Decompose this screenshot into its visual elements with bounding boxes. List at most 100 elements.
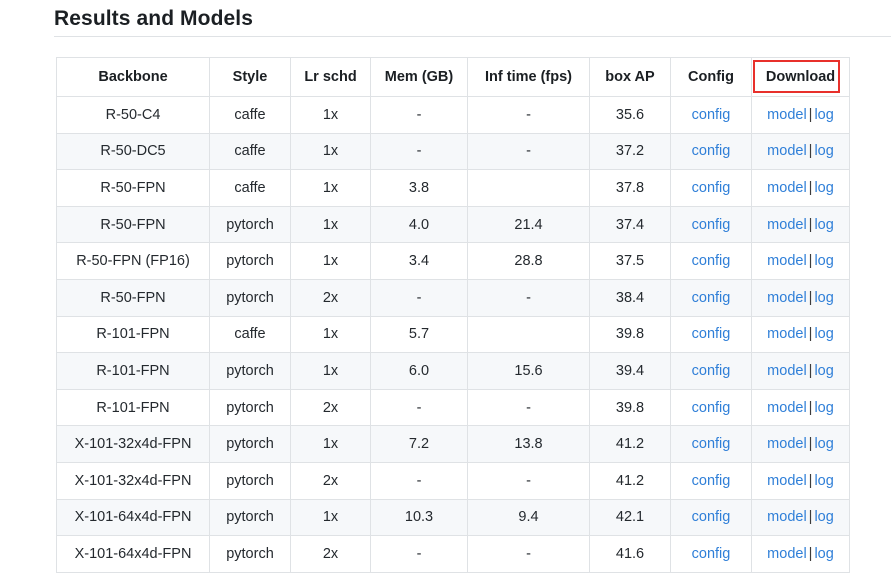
cell-lr-schd: 1x bbox=[290, 315, 371, 354]
model-download-link[interactable]: model bbox=[767, 509, 807, 525]
column-header-style[interactable]: Style bbox=[209, 57, 291, 97]
cell-style: pytorch bbox=[209, 461, 291, 500]
cell-lr-schd: 1x bbox=[290, 132, 371, 171]
log-download-link[interactable]: log bbox=[814, 400, 833, 416]
cell-inf-time-fps: - bbox=[467, 535, 590, 573]
column-header-box-ap[interactable]: box AP bbox=[589, 57, 671, 97]
log-download-link[interactable]: log bbox=[814, 107, 833, 123]
cell-backbone: R-50-FPN (FP16) bbox=[56, 242, 210, 280]
log-download-link[interactable]: log bbox=[814, 546, 833, 562]
config-link[interactable]: config bbox=[692, 253, 731, 269]
cell-mem-gb: 4.0 bbox=[370, 205, 468, 244]
config-link[interactable]: config bbox=[692, 217, 731, 233]
config-link[interactable]: config bbox=[692, 509, 731, 525]
cell-inf-time-fps bbox=[467, 315, 590, 354]
cell-lr-schd: 1x bbox=[290, 96, 371, 134]
config-link[interactable]: config bbox=[692, 436, 731, 452]
table-body: R-50-C4 caffe 1x - -35.6 config model | log R-50-… bbox=[56, 96, 850, 573]
cell-mem-gb: - bbox=[370, 388, 468, 427]
table-row: R-50-FPN pytorch 1x 4.0 21.4 37.4 config model |… bbox=[56, 205, 850, 244]
model-download-link[interactable]: model bbox=[767, 473, 807, 489]
log-download-link[interactable]: log bbox=[814, 180, 833, 196]
cell-mem-gb: - bbox=[370, 132, 468, 171]
table-row: X-101-64x4d-FPN pytorch 1x 10.3 9.4 42.1 confi… bbox=[56, 498, 850, 537]
model-download-link[interactable]: model bbox=[767, 546, 807, 562]
cell-box-ap: 37.8 bbox=[589, 169, 671, 207]
cell-box-ap: 41.2 bbox=[589, 461, 671, 500]
cell-inf-time-fps: - bbox=[467, 278, 590, 317]
column-header-backbone[interactable]: Backbone bbox=[56, 57, 210, 97]
config-link[interactable]: config bbox=[692, 400, 731, 416]
cell-config: config bbox=[670, 278, 752, 317]
model-download-link[interactable]: model bbox=[767, 217, 807, 233]
column-header-config[interactable]: Config bbox=[670, 57, 752, 97]
cell-box-ap: 38.4 bbox=[589, 278, 671, 317]
cell-backbone: X-101-32x4d-FPN bbox=[56, 461, 210, 500]
cell-config: config bbox=[670, 388, 752, 427]
title-divider bbox=[54, 36, 891, 37]
config-link[interactable]: config bbox=[692, 107, 731, 123]
model-download-link[interactable]: model bbox=[767, 436, 807, 452]
config-link[interactable]: config bbox=[692, 180, 731, 196]
cell-lr-schd: 2x bbox=[290, 461, 371, 500]
model-download-link[interactable]: model bbox=[767, 107, 807, 123]
cell-inf-time-fps: 21.4 bbox=[467, 205, 590, 244]
cell-download: model | log bbox=[751, 461, 850, 500]
cell-box-ap: 41.6 bbox=[589, 535, 671, 573]
table-row: R-50-FPN pytorch 2x - -38.4 config model | log bbox=[56, 278, 850, 317]
cell-box-ap: 39.8 bbox=[589, 315, 671, 354]
cell-box-ap: 35.6 bbox=[589, 96, 671, 134]
log-download-link[interactable]: log bbox=[814, 473, 833, 489]
cell-config: config bbox=[670, 132, 752, 171]
cell-inf-time-fps: 9.4 bbox=[467, 498, 590, 537]
cell-download: model | log bbox=[751, 315, 850, 354]
log-download-link[interactable]: log bbox=[814, 217, 833, 233]
cell-style: caffe bbox=[209, 169, 291, 207]
cell-style: caffe bbox=[209, 96, 291, 134]
cell-backbone: R-50-DC5 bbox=[56, 132, 210, 171]
log-download-link[interactable]: log bbox=[814, 143, 833, 159]
log-download-link[interactable]: log bbox=[814, 436, 833, 452]
column-header-mem-gb[interactable]: Mem (GB) bbox=[370, 57, 468, 97]
config-link[interactable]: config bbox=[692, 473, 731, 489]
cell-mem-gb: - bbox=[370, 461, 468, 500]
table-row: X-101-32x4d-FPN pytorch 2x - -41.2 config mode… bbox=[56, 461, 850, 500]
model-download-link[interactable]: model bbox=[767, 363, 807, 379]
log-download-link[interactable]: log bbox=[814, 326, 833, 342]
model-download-link[interactable]: model bbox=[767, 400, 807, 416]
model-download-link[interactable]: model bbox=[767, 290, 807, 306]
config-link[interactable]: config bbox=[692, 143, 731, 159]
cell-backbone: R-101-FPN bbox=[56, 388, 210, 427]
cell-inf-time-fps: 28.8 bbox=[467, 242, 590, 280]
column-header-lr-schd[interactable]: Lr schd bbox=[290, 57, 371, 97]
model-download-link[interactable]: model bbox=[767, 180, 807, 196]
log-download-link[interactable]: log bbox=[814, 509, 833, 525]
model-download-link[interactable]: model bbox=[767, 143, 807, 159]
config-link[interactable]: config bbox=[692, 326, 731, 342]
config-link[interactable]: config bbox=[692, 546, 731, 562]
cell-style: caffe bbox=[209, 315, 291, 354]
log-download-link[interactable]: log bbox=[814, 290, 833, 306]
cell-box-ap: 39.4 bbox=[589, 352, 671, 390]
column-header-download[interactable]: Download bbox=[751, 57, 850, 97]
log-download-link[interactable]: log bbox=[814, 253, 833, 269]
cell-config: config bbox=[670, 352, 752, 390]
cell-config: config bbox=[670, 315, 752, 354]
column-header-inf-time-fps[interactable]: Inf time (fps) bbox=[467, 57, 590, 97]
config-link[interactable]: config bbox=[692, 290, 731, 306]
cell-box-ap: 39.8 bbox=[589, 388, 671, 427]
model-download-link[interactable]: model bbox=[767, 253, 807, 269]
page-title: Results and Models bbox=[54, 7, 254, 30]
cell-backbone: X-101-64x4d-FPN bbox=[56, 498, 210, 537]
cell-style: pytorch bbox=[209, 388, 291, 427]
cell-style: caffe bbox=[209, 132, 291, 171]
results-and-models-table: Backbone Style Lr schd Mem (GB) Inf time… bbox=[56, 57, 850, 573]
cell-inf-time-fps: 13.8 bbox=[467, 425, 590, 463]
cell-backbone: X-101-32x4d-FPN bbox=[56, 425, 210, 463]
cell-download: model | log bbox=[751, 169, 850, 207]
config-link[interactable]: config bbox=[692, 363, 731, 379]
log-download-link[interactable]: log bbox=[814, 363, 833, 379]
cell-download: model | log bbox=[751, 205, 850, 244]
model-download-link[interactable]: model bbox=[767, 326, 807, 342]
cell-backbone: R-50-FPN bbox=[56, 205, 210, 244]
